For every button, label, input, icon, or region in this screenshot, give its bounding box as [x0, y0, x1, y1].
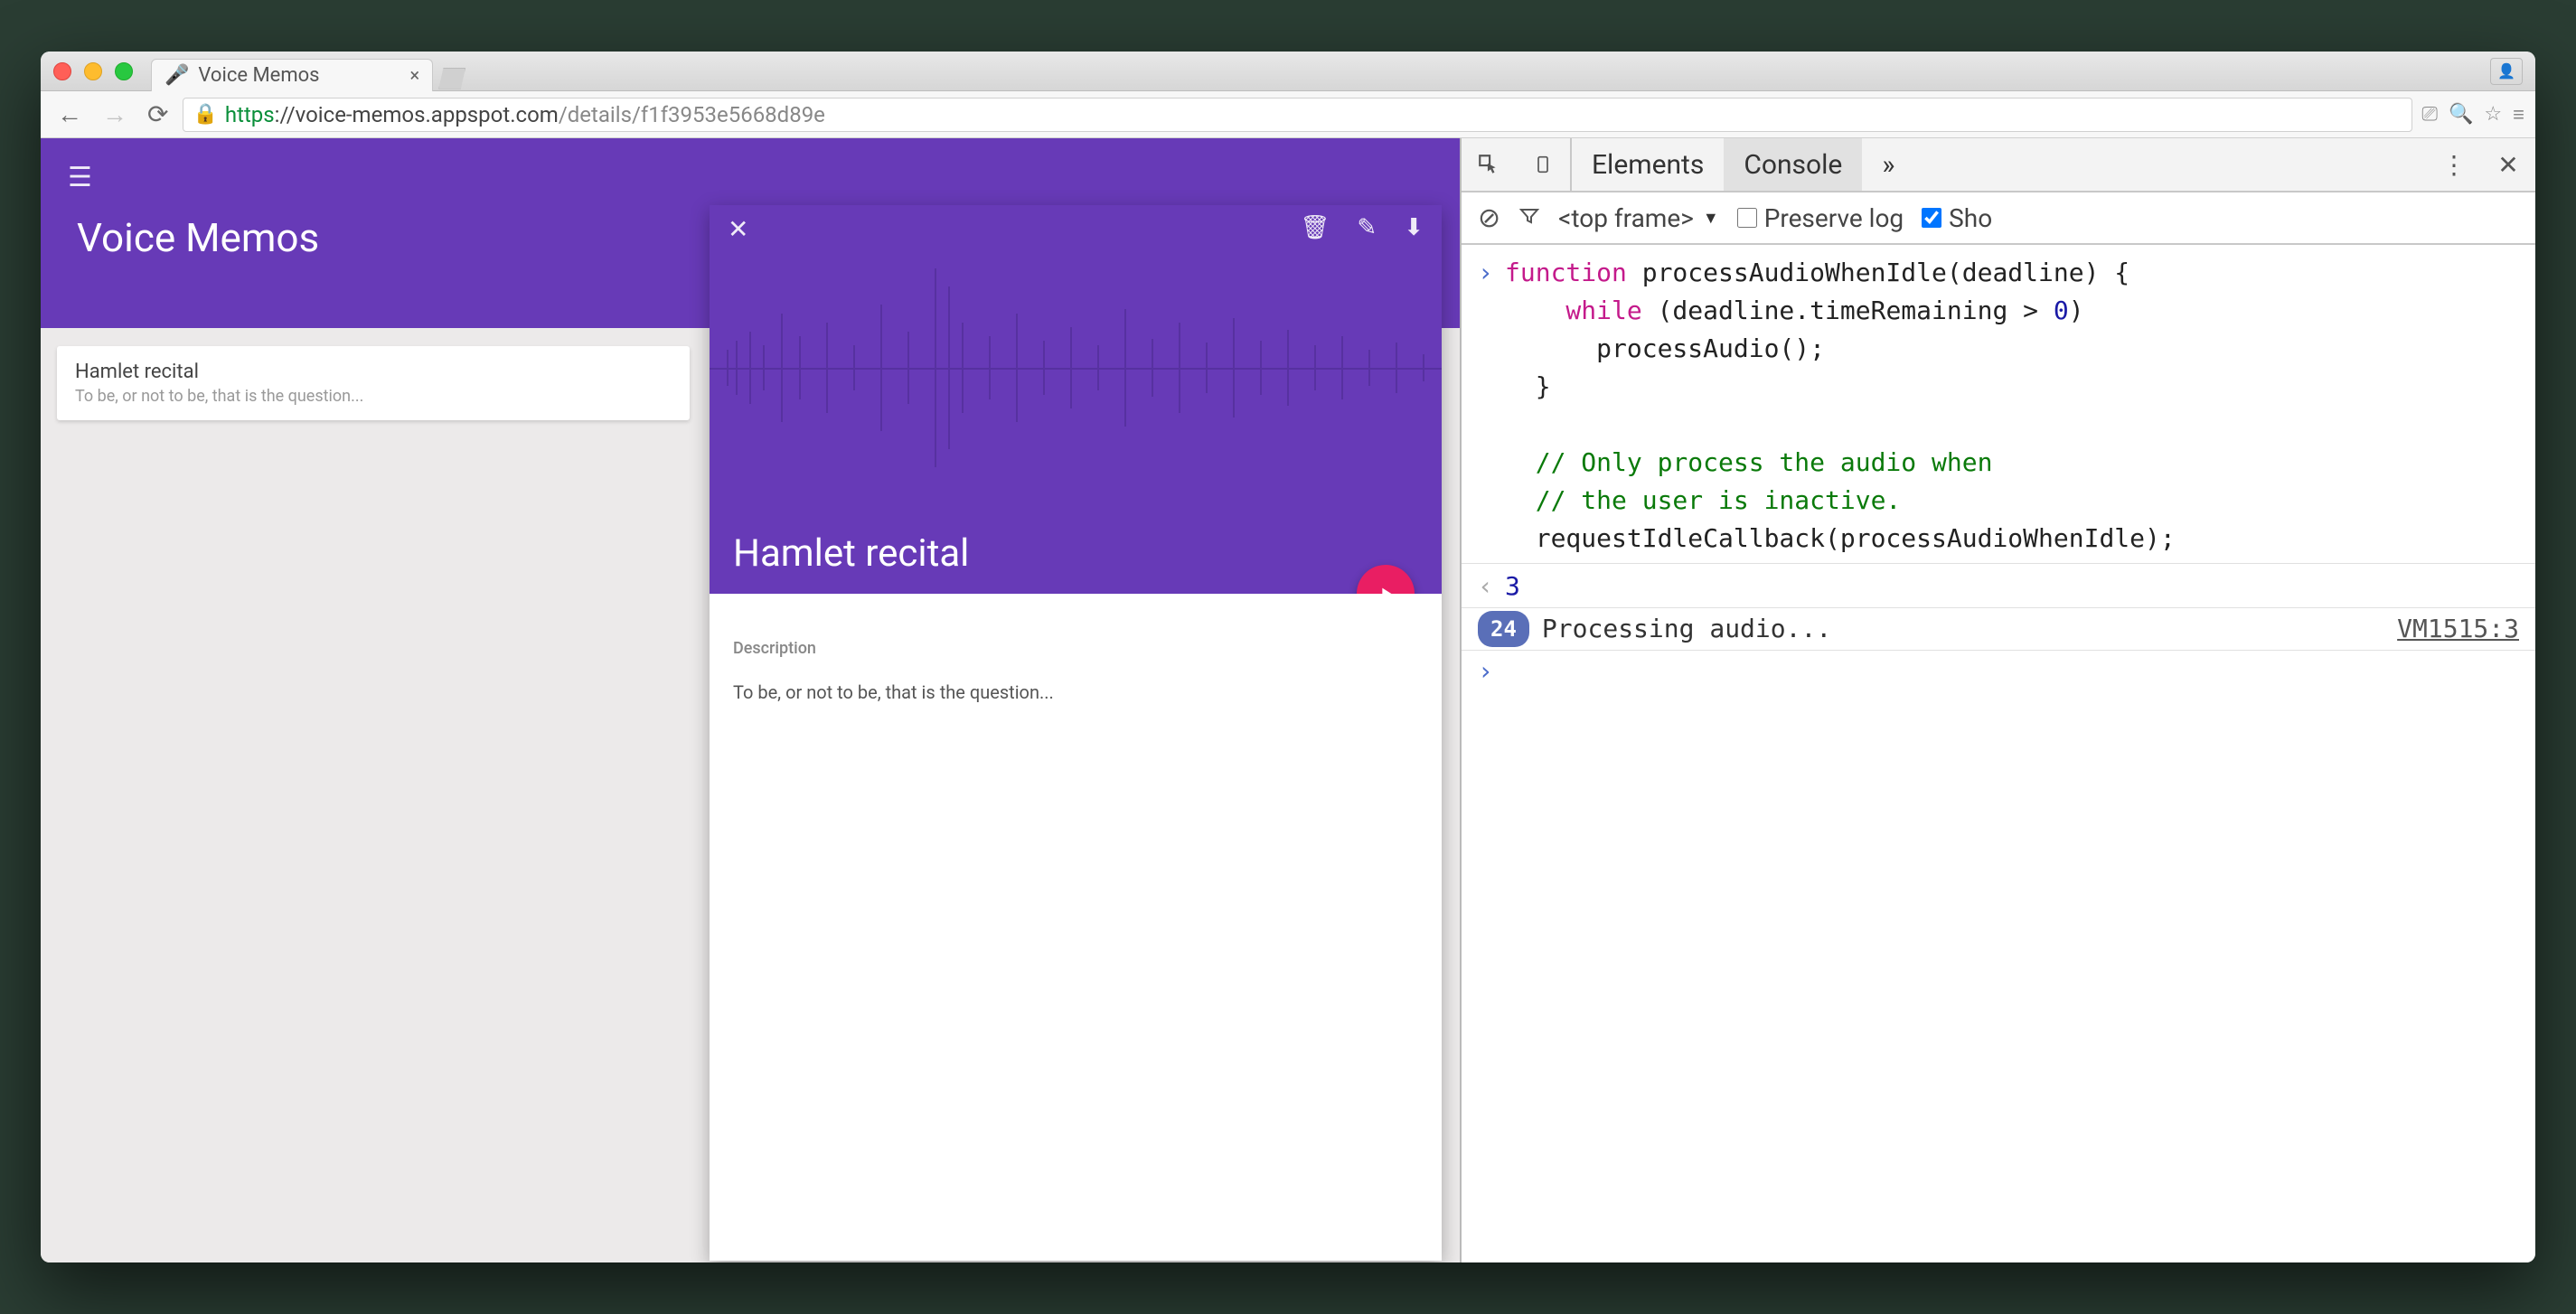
- detail-header: ✕ 🗑 ✎ ⬇: [710, 205, 1442, 594]
- devtools-panel: Elements Console » ⋮ ✕ ⊘ <top frame> ▼: [1460, 138, 2535, 1262]
- preserve-log-toggle[interactable]: Preserve log: [1737, 203, 1904, 233]
- input-arrow-icon: ›: [1478, 254, 1505, 558]
- url-host: ://voice-memos.appspot.com: [275, 102, 559, 127]
- traffic-lights: [53, 62, 133, 80]
- forward-button[interactable]: →: [97, 96, 133, 133]
- chevron-down-icon: ▼: [1703, 209, 1719, 228]
- delete-icon[interactable]: 🗑: [1300, 214, 1330, 241]
- prompt-arrow-icon: ›: [1478, 652, 1505, 690]
- play-button[interactable]: [1357, 565, 1415, 594]
- memo-detail-panel: ✕ 🗑 ✎ ⬇: [710, 205, 1442, 1261]
- star-icon[interactable]: ☆: [2484, 103, 2502, 126]
- close-window-button[interactable]: [53, 62, 71, 80]
- lock-icon: 🔒: [193, 103, 217, 126]
- preserve-log-label: Preserve log: [1764, 203, 1904, 233]
- console-output[interactable]: › function processAudioWhenIdle(deadline…: [1462, 245, 2535, 1262]
- close-tab-button[interactable]: ×: [410, 64, 420, 86]
- window-titlebar: 🎤 Voice Memos × 👤: [41, 52, 2535, 91]
- browser-window: 🎤 Voice Memos × 👤 ← → ⟳ 🔒 https://voice-…: [41, 52, 2535, 1262]
- memo-card[interactable]: Hamlet recital To be, or not to be, that…: [57, 346, 690, 420]
- microphone-icon: 🎤: [165, 64, 189, 87]
- devtools-close-button[interactable]: ✕: [2481, 138, 2535, 191]
- frame-selector[interactable]: <top frame> ▼: [1558, 203, 1719, 233]
- hamburger-icon[interactable]: ☰: [68, 162, 92, 193]
- zoom-icon[interactable]: 🔍: [2449, 103, 2473, 126]
- log-count-badge: 24: [1478, 611, 1529, 647]
- inspect-icon: [1477, 153, 1500, 176]
- memo-list: Hamlet recital To be, or not to be, that…: [57, 346, 690, 420]
- output-arrow-icon: ‹: [1478, 568, 1505, 605]
- frame-label: <top frame>: [1558, 203, 1694, 233]
- edit-icon[interactable]: ✎: [1357, 214, 1377, 241]
- waveform-graphic: [710, 259, 1442, 494]
- voice-memos-app: ☰ Voice Memos Hamlet recital To be, or n…: [41, 138, 1460, 1262]
- memo-card-title: Hamlet recital: [75, 361, 672, 383]
- show-checkbox[interactable]: [1922, 208, 1941, 228]
- browser-tab[interactable]: 🎤 Voice Memos ×: [151, 59, 433, 91]
- profile-button[interactable]: 👤: [2490, 58, 2523, 85]
- description-label: Description: [733, 639, 1418, 658]
- close-detail-button[interactable]: ✕: [728, 214, 748, 244]
- person-icon: 👤: [2497, 62, 2515, 80]
- url-path: /details/f1f3953e5668d89e: [559, 102, 825, 127]
- preserve-log-checkbox[interactable]: [1737, 208, 1757, 228]
- show-toggle[interactable]: Sho: [1922, 203, 1992, 233]
- memo-card-subtitle: To be, or not to be, that is the questio…: [75, 387, 672, 406]
- detail-actions: 🗑 ✎ ⬇: [1300, 214, 1424, 241]
- return-value: 3: [1505, 568, 1520, 605]
- tab-title: Voice Memos: [198, 64, 319, 87]
- log-source-link[interactable]: VM1515:3: [2397, 610, 2519, 648]
- description-text: To be, or not to be, that is the questio…: [733, 681, 1418, 703]
- devtools-menu-button[interactable]: ⋮: [2427, 138, 2481, 191]
- browser-toolbar: ← → ⟳ 🔒 https://voice-memos.appspot.com/…: [41, 91, 2535, 138]
- console-filter-bar: ⊘ <top frame> ▼ Preserve log Sho: [1462, 192, 2535, 245]
- console-log-row: 24 Processing audio... VM1515:3: [1462, 607, 2535, 651]
- download-icon[interactable]: ⬇: [1404, 214, 1424, 241]
- camera-icon[interactable]: ⎚: [2421, 103, 2438, 126]
- tab-console[interactable]: Console: [1724, 138, 1862, 191]
- log-message: Processing audio...: [1542, 610, 2384, 648]
- address-bar[interactable]: 🔒 https://voice-memos.appspot.com/detail…: [183, 98, 2412, 132]
- tab-overflow[interactable]: »: [1862, 138, 1914, 191]
- detail-body: Description To be, or not to be, that is…: [710, 594, 1442, 748]
- detail-title: Hamlet recital: [733, 531, 969, 576]
- filter-icon[interactable]: [1518, 203, 1540, 233]
- console-code-block: function processAudioWhenIdle(deadline) …: [1505, 254, 2176, 558]
- devtools-tabbar: Elements Console » ⋮ ✕: [1462, 138, 2535, 192]
- show-label: Sho: [1949, 203, 1992, 233]
- clear-console-button[interactable]: ⊘: [1478, 202, 1500, 234]
- url-protocol: https: [225, 102, 275, 127]
- back-button[interactable]: ←: [52, 96, 88, 133]
- device-icon: [1534, 152, 1552, 177]
- reload-button[interactable]: ⟳: [142, 96, 174, 133]
- minimize-window-button[interactable]: [84, 62, 102, 80]
- play-icon: [1376, 584, 1396, 594]
- toolbar-right-icons: ⎚ 🔍 ☆ ≡: [2421, 103, 2524, 127]
- maximize-window-button[interactable]: [115, 62, 133, 80]
- tab-elements[interactable]: Elements: [1572, 138, 1724, 191]
- menu-icon[interactable]: ≡: [2513, 103, 2524, 127]
- inspect-element-button[interactable]: [1462, 138, 1516, 191]
- new-tab-button[interactable]: [438, 68, 465, 89]
- device-mode-button[interactable]: [1516, 138, 1570, 191]
- content-area: ☰ Voice Memos Hamlet recital To be, or n…: [41, 138, 2535, 1262]
